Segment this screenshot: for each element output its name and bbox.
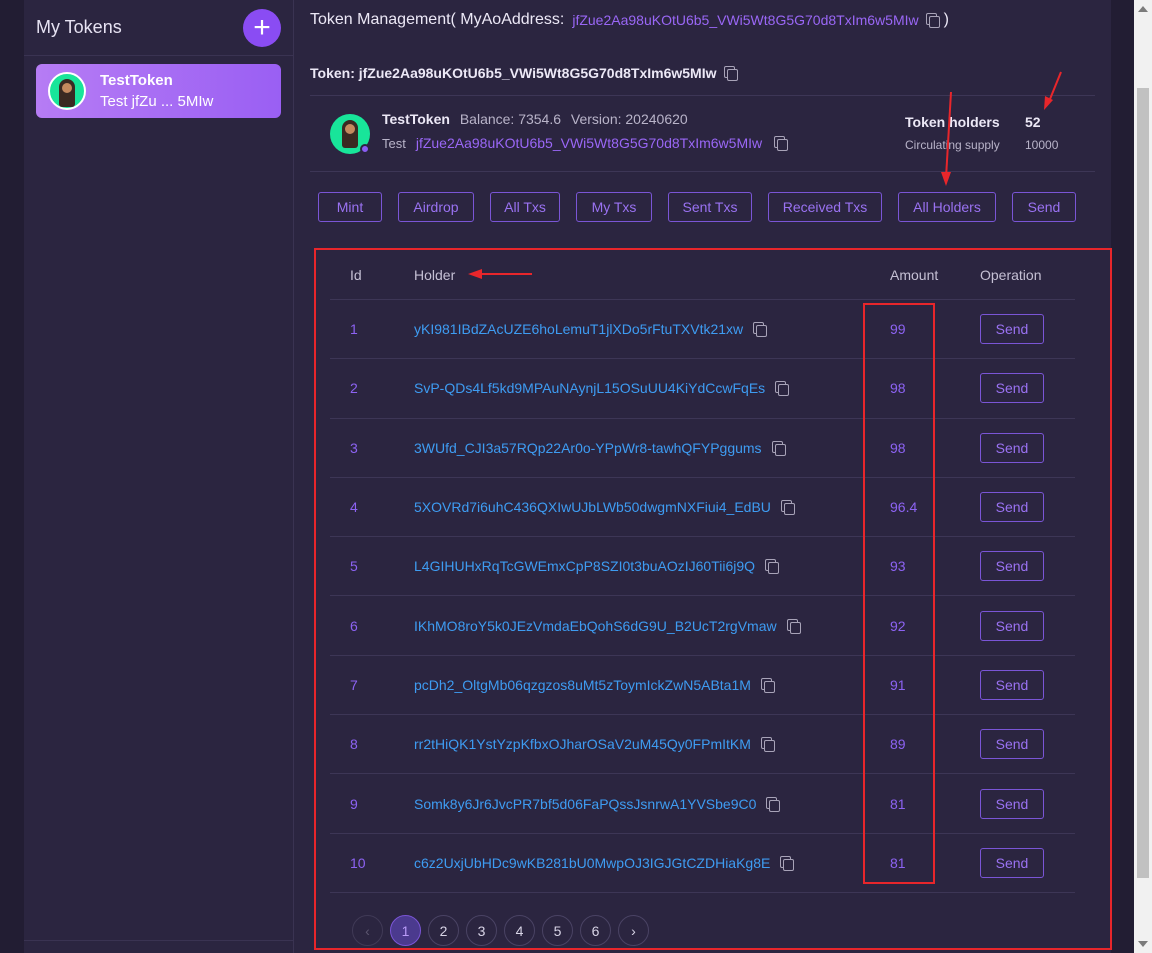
copy-icon[interactable] — [925, 13, 940, 28]
page-scrollbar[interactable] — [1134, 0, 1152, 953]
tab-sent-txs[interactable]: Sent Txs — [668, 192, 752, 222]
avatar-face — [62, 83, 72, 93]
tab-received-txs[interactable]: Received Txs — [768, 192, 882, 222]
holders-count: 52 — [1025, 114, 1041, 130]
add-token-button[interactable]: + — [243, 8, 281, 47]
title-prefix: Token Management( MyAoAddress: — [310, 11, 565, 28]
sidebar-divider — [24, 940, 293, 941]
holders-summary: Token holders 52 Circulating supply 10000 — [905, 114, 1058, 152]
annotation-table-box — [314, 248, 1112, 950]
token-version: Version: 20240620 — [570, 111, 688, 127]
annotation-amount-box — [863, 303, 935, 884]
tab-my-txs[interactable]: My Txs — [576, 192, 652, 222]
token-name: TestToken — [382, 111, 450, 127]
tab-airdrop[interactable]: Airdrop — [398, 192, 474, 222]
sidebar-item-testtoken[interactable]: TestToken Test jfZu ... 5MIw — [36, 64, 281, 118]
token-info-line2: Test jfZue2Aa98uKOtU6b5_VWi5Wt8G5G70d8Tx… — [382, 135, 789, 151]
token-balance: Balance: 7354.6 — [459, 111, 562, 127]
token-address[interactable]: jfZue2Aa98uKOtU6b5_VWi5Wt8G5G70d8TxIm6w5… — [416, 135, 762, 151]
sidebar-header: My Tokens + — [24, 0, 293, 56]
token-ticker: Test — [382, 135, 406, 151]
tab-all-holders[interactable]: All Holders — [898, 192, 996, 222]
copy-icon[interactable] — [774, 136, 789, 151]
sidebar-item-subtitle: Test jfZu ... 5MIw — [100, 93, 214, 110]
tab-send[interactable]: Send — [1012, 192, 1076, 222]
copy-icon[interactable] — [723, 66, 738, 81]
my-ao-address[interactable]: jfZue2Aa98uKOtU6b5_VWi5Wt8G5G70d8TxIm6w5… — [572, 12, 918, 28]
token-info-line1: TestToken Balance: 7354.6 Version: 20240… — [382, 111, 688, 127]
sidebar-title: My Tokens — [36, 17, 122, 37]
divider — [310, 171, 1095, 172]
token-avatar — [48, 72, 86, 110]
scroll-up-icon[interactable] — [1138, 6, 1148, 12]
supply-label: Circulating supply — [905, 138, 1000, 152]
scroll-down-icon[interactable] — [1138, 941, 1148, 947]
title-suffix: ) — [943, 11, 949, 28]
plus-icon: + — [253, 10, 271, 44]
supply-value: 10000 — [1025, 138, 1059, 152]
scroll-thumb[interactable] — [1137, 88, 1149, 878]
status-dot-icon — [360, 144, 370, 154]
sidebar: My Tokens + TestToken Test jfZu ... 5MIw — [24, 0, 294, 953]
tab-mint[interactable]: Mint — [318, 192, 382, 222]
token-info: TestToken Balance: 7354.6 Version: 20240… — [330, 108, 1075, 160]
holders-label: Token holders — [905, 114, 1000, 130]
token-id-text: Token: jfZue2Aa98uKOtU6b5_VWi5Wt8G5G70d8… — [310, 65, 717, 81]
token-id-line: Token: jfZue2Aa98uKOtU6b5_VWi5Wt8G5G70d8… — [310, 65, 738, 81]
avatar-face — [345, 124, 355, 134]
sidebar-item-name: TestToken — [100, 72, 173, 89]
tab-all-txs[interactable]: All Txs — [490, 192, 560, 222]
divider — [310, 95, 1095, 96]
page-title: Token Management( MyAoAddress: jfZue2Aa9… — [310, 11, 949, 29]
